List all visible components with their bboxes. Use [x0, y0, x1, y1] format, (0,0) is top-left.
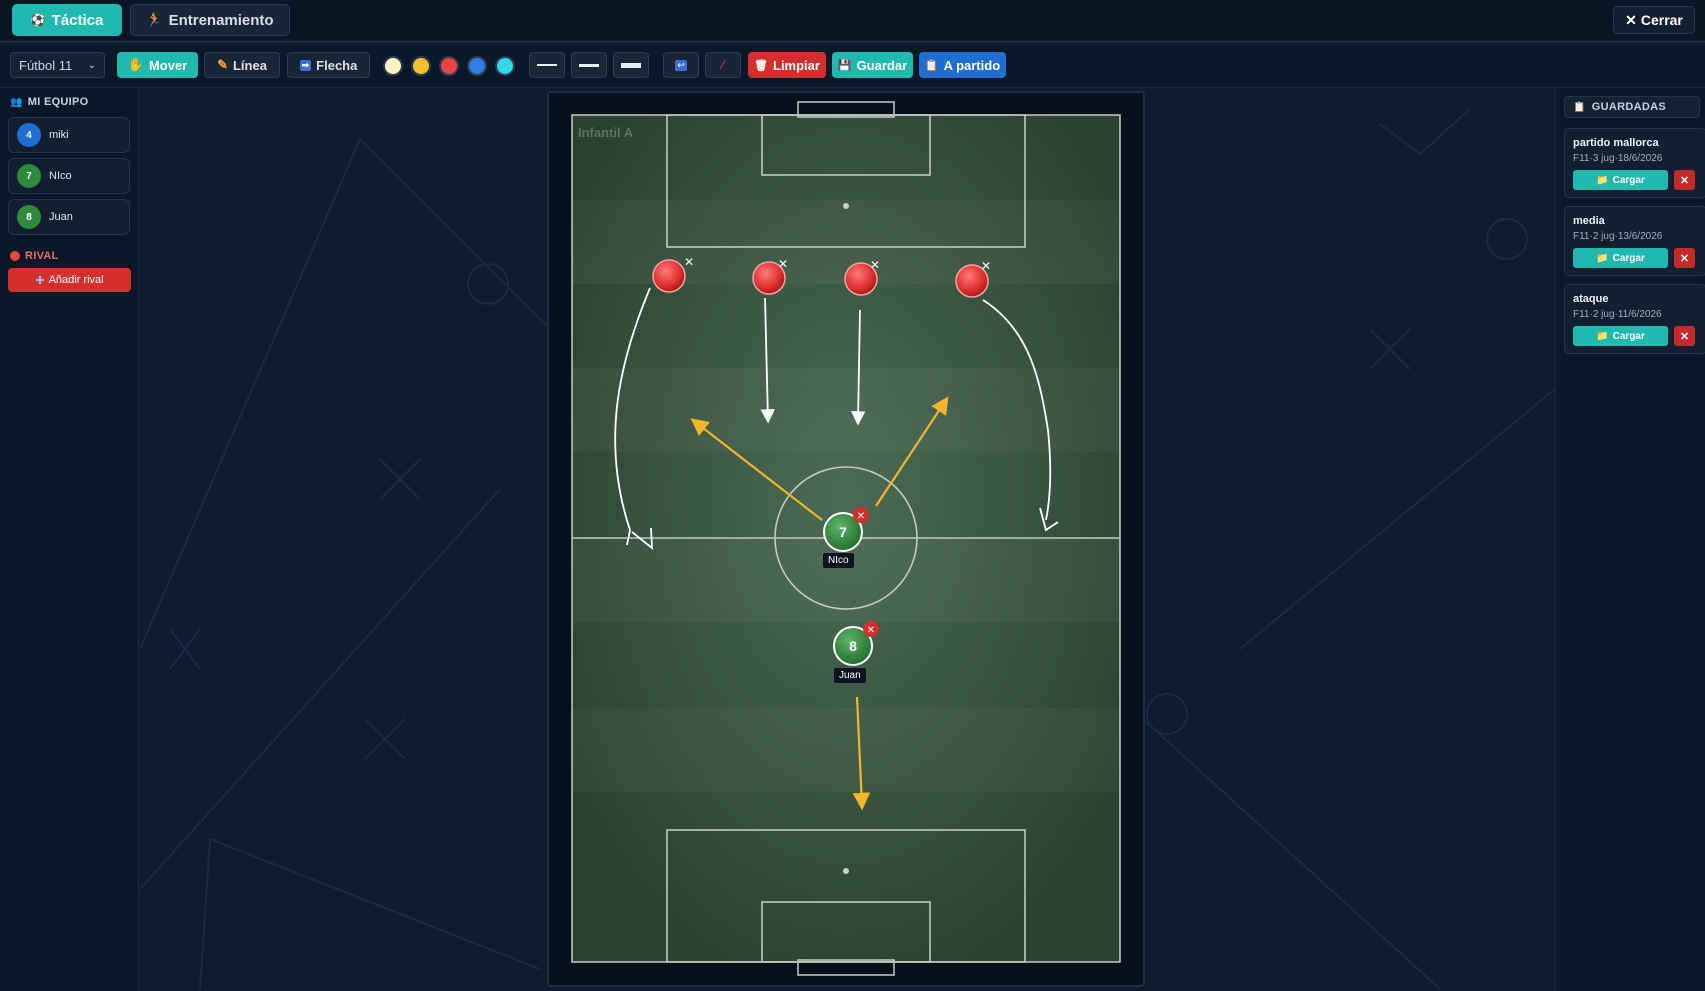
remove-icon[interactable]: ✕ [870, 258, 880, 272]
pitch-player-number: 7 [839, 524, 847, 540]
saved-item-name: media [1573, 215, 1605, 227]
penalty-spot [843, 868, 849, 874]
load-button[interactable]: 📁 Cargar [1573, 326, 1668, 346]
clipboard-icon: 📋 [1573, 101, 1586, 113]
penalty-spot [843, 203, 849, 209]
close-icon: ✕ [1679, 174, 1690, 187]
load-button[interactable]: 📁 Cargar [1573, 170, 1668, 190]
saved-item: partido mallorca F11·3 jug·18/6/2026 📁 C… [1564, 128, 1705, 198]
pitch-player-name: Juan [834, 668, 866, 683]
saved-title: 📋 GUARDADAS [1564, 96, 1700, 118]
delete-button[interactable]: ✕ [1674, 326, 1695, 346]
pitch-player-number: 8 [849, 638, 857, 654]
remove-icon[interactable]: ✕ [981, 259, 991, 273]
svg-text:✕: ✕ [857, 511, 865, 522]
saved-item-name: ataque [1573, 293, 1609, 305]
saved-item-meta: F11·3 jug·18/6/2026 [1573, 153, 1663, 164]
remove-icon[interactable]: ✕ [684, 255, 694, 269]
saved-item: ataque F11·2 jug·11/6/2026 📁 Cargar ✕ [1564, 284, 1705, 354]
right-sidebar: 📋 GUARDADAS partido mallorca F11·3 jug·1… [1555, 89, 1705, 991]
svg-text:✕: ✕ [867, 625, 875, 636]
folder-icon: 📁 [1596, 174, 1609, 186]
folder-icon: 📁 [1596, 252, 1609, 264]
close-icon: ✕ [1679, 252, 1690, 265]
saved-item: media F11·2 jug·13/6/2026 📁 Cargar ✕ [1564, 206, 1705, 276]
load-button[interactable]: 📁 Cargar [1573, 248, 1668, 268]
close-icon: ✕ [1679, 330, 1690, 343]
delete-button[interactable]: ✕ [1674, 248, 1695, 268]
saved-item-meta: F11·2 jug·11/6/2026 [1573, 309, 1662, 320]
folder-icon: 📁 [1596, 330, 1609, 342]
pitch-player-name: NIco [823, 553, 854, 568]
delete-button[interactable]: ✕ [1674, 170, 1695, 190]
saved-item-name: partido mallorca [1573, 137, 1659, 149]
remove-icon[interactable]: ✕ [778, 257, 788, 271]
pitch-team-label: Infantil A [578, 125, 634, 140]
tactics-board[interactable]: ✕ ✕ ✕ ✕ 7 ✕ 8 ✕ [0, 0, 1705, 991]
saved-item-meta: F11·2 jug·13/6/2026 [1573, 231, 1663, 242]
